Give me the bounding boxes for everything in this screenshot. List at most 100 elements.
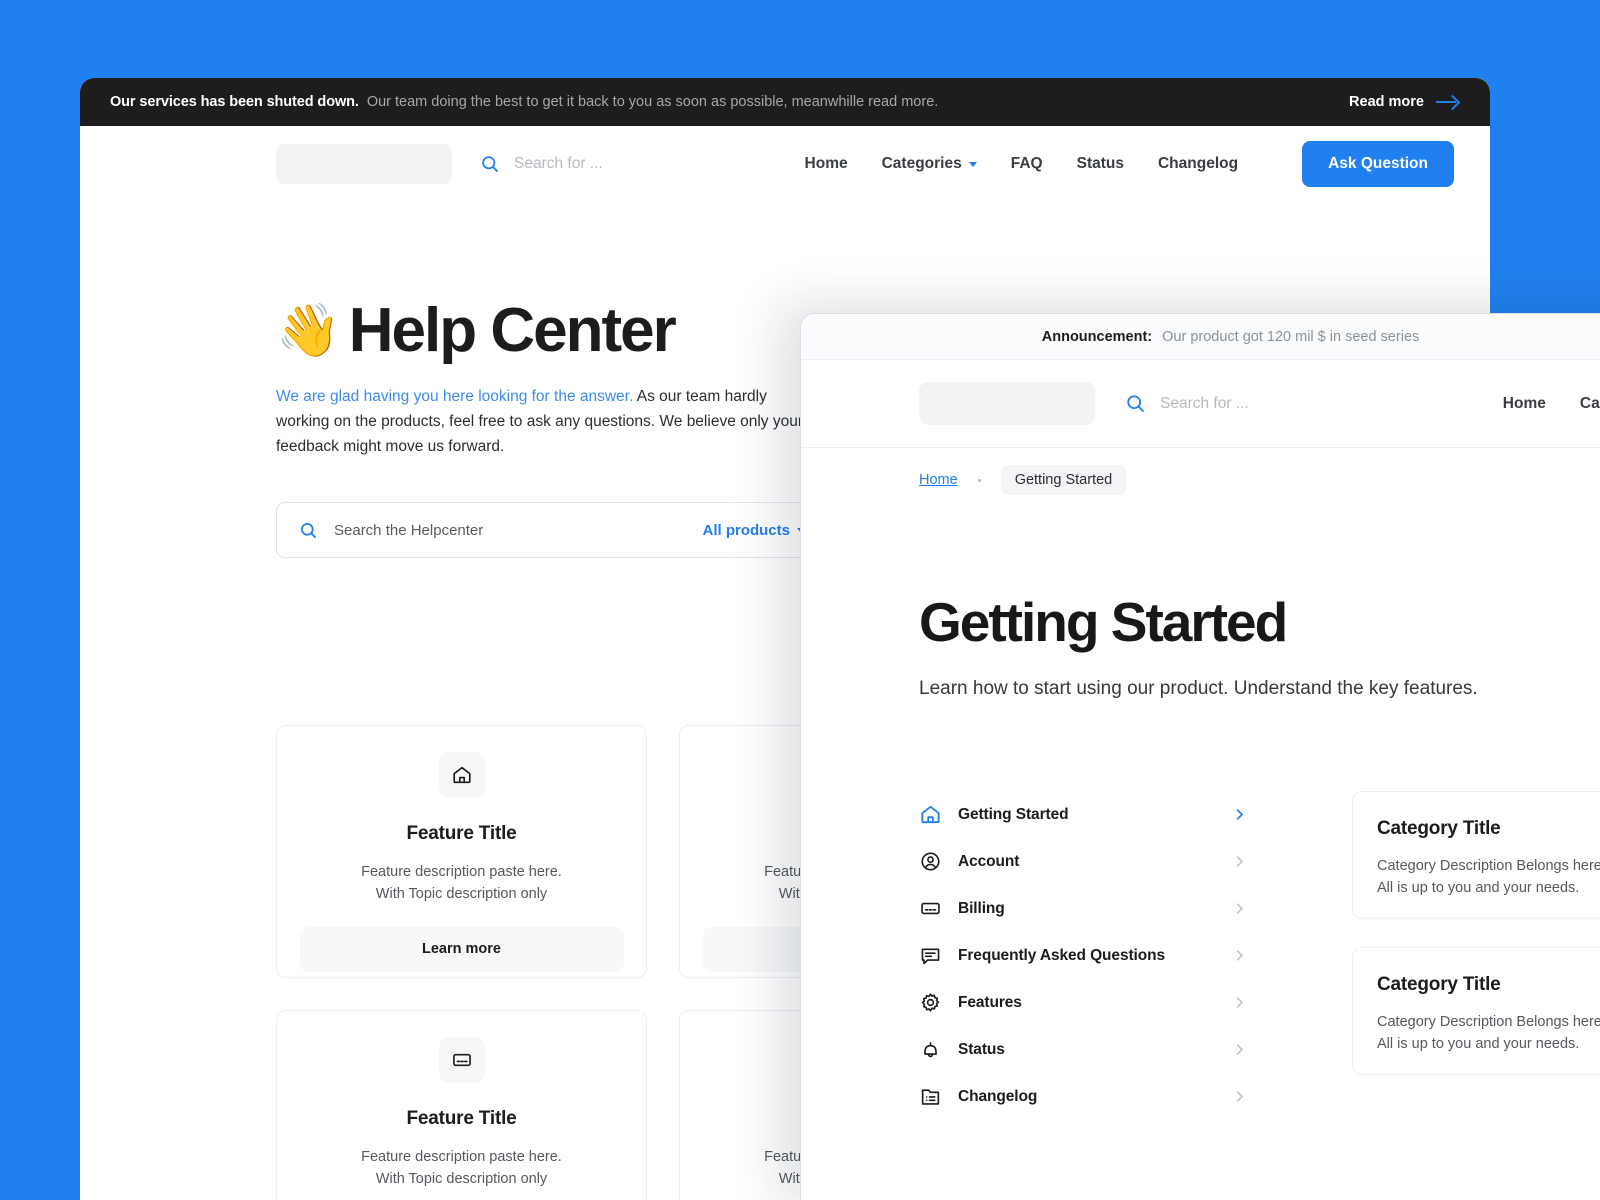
home-icon bbox=[919, 803, 942, 826]
navbar-search-placeholder: Search for ... bbox=[514, 155, 603, 172]
banner-subtext: Our team doing the best to get it back t… bbox=[366, 94, 939, 110]
getting-started-title: Getting Started bbox=[919, 591, 1288, 653]
category-nav-item-faq[interactable]: Frequently Asked Questions bbox=[919, 932, 1247, 979]
feature-desc-line2: With Topic description only bbox=[375, 1171, 548, 1188]
helpcenter-search-box[interactable]: Search the Helpcenter All products bbox=[276, 502, 826, 559]
category-nav-item-getting-started[interactable]: Getting Started bbox=[919, 791, 1247, 838]
search-icon bbox=[1125, 393, 1146, 414]
category-desc-line2: All is up to you and your needs. bbox=[1377, 1036, 1580, 1053]
category-card-title: Category Title bbox=[1377, 818, 1501, 839]
feature-card-title: Feature Title bbox=[406, 1108, 517, 1130]
learn-more-button[interactable]: Learn more bbox=[299, 926, 624, 972]
page-title-text: Help Center bbox=[348, 296, 677, 365]
category-nav-label: Changelog bbox=[958, 1087, 1038, 1105]
gear-icon bbox=[919, 991, 942, 1014]
nav-item-faq[interactable]: FAQ bbox=[1011, 155, 1043, 173]
feature-desc-line1: Feature description paste here. bbox=[361, 864, 562, 881]
bell-icon bbox=[919, 1038, 942, 1061]
home-icon bbox=[438, 752, 485, 799]
navbar-search-placeholder: Search for ... bbox=[1160, 394, 1249, 412]
breadcrumb-separator-icon bbox=[977, 478, 981, 482]
service-status-banner: Our services has been shuted down. Our t… bbox=[80, 78, 1490, 126]
announcement-text: Our product got 120 mil $ in seed series bbox=[1162, 328, 1420, 345]
wave-emoji-icon: 👋 bbox=[276, 302, 341, 360]
product-filter-dropdown[interactable]: All products bbox=[702, 522, 805, 539]
page-background: Our services has been shuted down. Our t… bbox=[0, 0, 1600, 1200]
category-nav-label: Features bbox=[958, 993, 1022, 1011]
navbar-links: Home Categories FAQ Status Changelog Ask… bbox=[805, 141, 1454, 187]
secondary-navbar: Search for ... Home Categories bbox=[801, 360, 1600, 447]
category-nav-label: Billing bbox=[958, 899, 1005, 917]
logo-placeholder[interactable] bbox=[919, 382, 1095, 425]
announcement-label: Announcement: bbox=[1041, 328, 1153, 345]
nav-item-status[interactable]: Status bbox=[1077, 155, 1124, 173]
search-icon bbox=[299, 521, 318, 540]
category-card-title: Category Title bbox=[1377, 974, 1501, 995]
category-card[interactable]: Category Title Category Description Belo… bbox=[1352, 791, 1600, 919]
category-nav-item-features[interactable]: Features bbox=[919, 979, 1247, 1026]
card-icon bbox=[438, 1037, 485, 1084]
nav-item-status-label: Status bbox=[1076, 155, 1124, 172]
read-more-label: Read more bbox=[1349, 94, 1424, 110]
chevron-right-icon bbox=[1232, 901, 1247, 916]
read-more-link[interactable]: Read more bbox=[1349, 94, 1458, 110]
logo-placeholder[interactable] bbox=[276, 144, 452, 184]
ask-question-button[interactable]: Ask Question bbox=[1302, 141, 1454, 187]
breadcrumb-home-link[interactable]: Home bbox=[919, 472, 958, 488]
navbar-search[interactable]: Search for ... bbox=[480, 154, 603, 174]
banner-headline: Our services has been shuted down. bbox=[110, 94, 359, 110]
card-icon bbox=[919, 897, 942, 920]
search-input-placeholder: Search the Helpcenter bbox=[334, 521, 484, 539]
arrow-right-icon bbox=[1436, 96, 1458, 108]
category-nav-item-billing[interactable]: Billing bbox=[919, 885, 1247, 932]
nav-item-categories[interactable]: Categories bbox=[1580, 395, 1600, 413]
category-nav-item-account[interactable]: Account bbox=[919, 838, 1247, 885]
user-icon bbox=[919, 850, 942, 873]
nav-item-home[interactable]: Home bbox=[805, 155, 848, 173]
chat-icon bbox=[919, 944, 942, 967]
feature-card-description: Feature description paste here. With Topi… bbox=[361, 862, 562, 906]
nav-item-categories-label: Categories bbox=[881, 155, 962, 172]
nav-item-categories-label: Categories bbox=[1579, 394, 1600, 412]
chevron-down-icon bbox=[968, 161, 977, 167]
getting-started-window: Announcement: Our product got 120 mil $ … bbox=[800, 313, 1600, 1200]
announcement-bar: Announcement: Our product got 120 mil $ … bbox=[801, 314, 1600, 360]
navbar-links: Home Categories bbox=[1503, 395, 1600, 413]
feature-card[interactable]: Feature Title Feature description paste … bbox=[276, 1010, 647, 1200]
nav-item-home-label: Home bbox=[804, 155, 848, 172]
category-nav-label: Frequently Asked Questions bbox=[958, 946, 1165, 964]
nav-item-home[interactable]: Home bbox=[1503, 395, 1546, 413]
category-nav-item-changelog[interactable]: Changelog bbox=[919, 1073, 1247, 1120]
category-nav-label: Status bbox=[958, 1040, 1005, 1058]
category-card-description: Category Description Belongs here. All is… bbox=[1377, 1011, 1600, 1055]
feature-desc-line2: With Topic description only bbox=[375, 886, 548, 903]
product-filter-label: All products bbox=[702, 521, 790, 539]
category-desc-line1: Category Description Belongs here. bbox=[1377, 1014, 1600, 1030]
category-nav-label: Account bbox=[958, 852, 1020, 870]
chevron-right-icon bbox=[1232, 1089, 1247, 1104]
nav-item-categories[interactable]: Categories bbox=[882, 155, 977, 173]
nav-item-faq-label: FAQ bbox=[1010, 155, 1043, 172]
chevron-right-icon bbox=[1232, 807, 1247, 822]
feature-card-title: Feature Title bbox=[406, 823, 517, 845]
navbar-search[interactable]: Search for ... bbox=[1125, 393, 1249, 414]
chevron-right-icon bbox=[1232, 854, 1247, 869]
category-desc-line1: Category Description Belongs here. bbox=[1377, 858, 1600, 874]
categories-section: Getting Started Account Billing Frequent… bbox=[801, 700, 1600, 1120]
search-icon bbox=[480, 154, 500, 174]
hero-lead-text: We are glad having you here looking for … bbox=[276, 388, 634, 405]
nav-item-changelog-label: Changelog bbox=[1157, 155, 1239, 172]
primary-navbar: Search for ... Home Categories FAQ Statu… bbox=[80, 126, 1490, 202]
hero-description: We are glad having you here looking for … bbox=[276, 384, 816, 459]
breadcrumb: Home Getting Started bbox=[801, 448, 1600, 512]
getting-started-header: Getting Started Learn how to start using… bbox=[801, 512, 1600, 700]
category-nav-label: Getting Started bbox=[958, 805, 1069, 823]
feature-card[interactable]: Feature Title Feature description paste … bbox=[276, 725, 647, 979]
category-desc-line2: All is up to you and your needs. bbox=[1377, 880, 1580, 897]
category-card[interactable]: Category Title Category Description Belo… bbox=[1352, 947, 1600, 1075]
category-nav-item-status[interactable]: Status bbox=[919, 1026, 1247, 1073]
feature-desc-line1: Feature description paste here. bbox=[361, 1149, 562, 1166]
feature-card-description: Feature description paste here. With Topi… bbox=[361, 1147, 562, 1191]
category-card-description: Category Description Belongs here. All is… bbox=[1377, 855, 1600, 899]
nav-item-changelog[interactable]: Changelog bbox=[1158, 155, 1238, 173]
